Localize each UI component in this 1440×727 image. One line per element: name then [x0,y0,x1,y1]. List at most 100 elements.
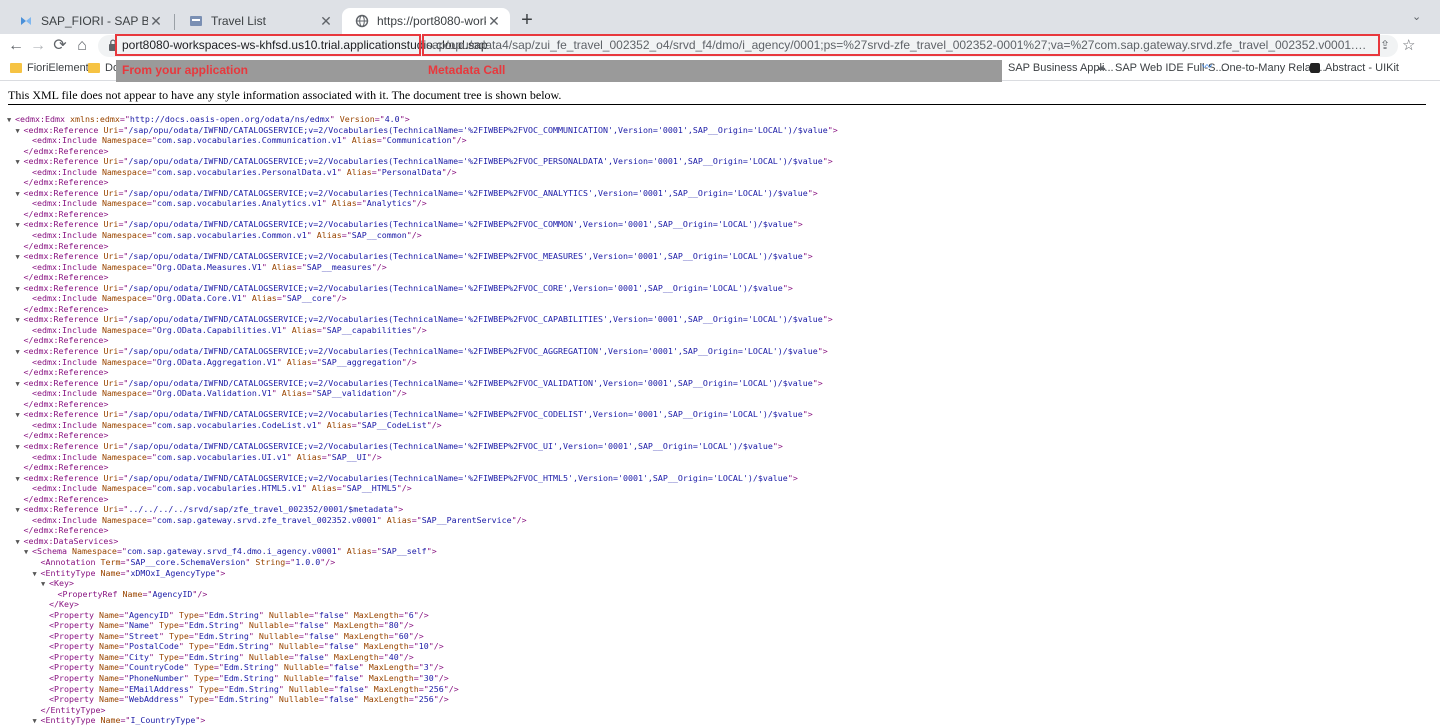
collapse-triangle-icon[interactable]: ▼ [33,569,41,580]
annotation-banner [116,60,1002,82]
xml-line-text: <edmx:Include Namespace="Org.OData.Valid… [32,388,407,399]
collapse-triangle-icon[interactable]: ▼ [16,189,24,200]
tab-close-icon[interactable]: ✕ [486,13,502,30]
xml-line: <edmx:Include Namespace="com.sap.vocabul… [7,230,838,241]
xml-line[interactable]: ▼ <edmx:Reference Uri="/sap/opu/odata/IWF… [7,283,838,294]
share-icon[interactable]: ⇪ [1380,38,1390,52]
collapse-triangle-icon[interactable]: ▼ [16,284,24,295]
xml-line: <Property Name="AgencyID" Type="Edm.Stri… [7,610,838,621]
xml-line[interactable]: ▼ <edmx:Reference Uri="/sap/opu/odata/IWF… [7,473,838,484]
xml-line[interactable]: ▼ <edmx:Reference Uri="/sap/opu/odata/IWF… [7,441,838,452]
bookmark-one-to-many[interactable]: 〰 One-to-Many Relati... [1202,62,1326,74]
xml-line-text: </edmx:Reference> [23,303,109,314]
tab-close-icon[interactable]: ✕ [318,13,334,30]
xml-line-text: <edmx:Reference Uri="/sap/opu/odata/IWFN… [23,440,783,451]
collapse-triangle-icon[interactable]: ▼ [16,315,24,326]
xml-line: </Key> [7,599,838,610]
xml-line-text: <edmx:Include Namespace="com.sap.vocabul… [32,483,412,494]
xml-line: <edmx:Include Namespace="com.sap.gateway… [7,515,838,526]
tab-sap-fiori[interactable]: SAP_FIORI - SAP Business Applic ✕ [6,8,172,34]
bookmark-fiorielements[interactable]: FioriElements [10,62,94,74]
xml-line: <Property Name="Name" Type="Edm.String" … [7,620,838,631]
xml-line: </edmx:Reference> [7,430,838,441]
tab-metadata[interactable]: https://port8080-workspaces-ws ✕ [342,8,510,34]
xml-line[interactable]: ▼ <EntityType Name="I_CountryType"> [7,715,838,726]
xml-line: </edmx:Reference> [7,241,838,252]
xml-line: <Property Name="PhoneNumber" Type="Edm.S… [7,673,838,684]
xml-line: </edmx:Reference> [7,399,838,410]
xml-line-text: </edmx:Reference> [23,145,109,156]
bookmark-star-icon[interactable]: ☆ [1402,36,1415,54]
xml-line[interactable]: ▼ <edmx:Reference Uri="../../../../srvd/s… [7,504,838,515]
xml-line-text: </edmx:Reference> [23,177,109,188]
xml-line[interactable]: ▼ <edmx:DataServices> [7,536,838,547]
xml-line[interactable]: ▼ <edmx:Reference Uri="/sap/opu/odata/IWF… [7,251,838,262]
xml-line-text: </edmx:Reference> [23,208,109,219]
collapse-triangle-icon[interactable]: ▼ [16,252,24,263]
xml-line[interactable]: ▼ <EntityType Name="xDMOxI_AgencyType"> [7,568,838,579]
xml-line[interactable]: ▼ <Key> [7,578,838,589]
collapse-triangle-icon[interactable]: ▼ [16,474,24,485]
cloud-icon: ☁ [1096,62,1106,73]
bookmark-abstract-uikit[interactable]: Abstract - UIKit [1310,62,1399,74]
collapse-triangle-icon[interactable]: ▼ [16,442,24,453]
xml-line: <edmx:Include Namespace="Org.OData.Aggre… [7,357,838,368]
xml-info-message: This XML file does not appear to have an… [8,88,562,102]
tab-close-icon[interactable]: ✕ [148,13,164,30]
xml-line[interactable]: ▼ <edmx:Reference Uri="/sap/opu/odata/IWF… [7,125,838,136]
reload-icon[interactable]: ⟳ [50,36,70,56]
xml-line: <edmx:Include Namespace="com.sap.vocabul… [7,198,838,209]
tab-title: Travel List [211,14,266,28]
collapse-triangle-icon[interactable]: ▼ [24,547,32,558]
xml-line-text: </edmx:Reference> [23,525,109,536]
xml-line-text: <edmx:Include Namespace="Org.OData.Aggre… [32,356,417,367]
xml-line-text: <edmx:Reference Uri="/sap/opu/odata/IWFN… [23,251,813,262]
collapse-triangle-icon[interactable]: ▼ [16,126,24,137]
collapse-triangle-icon[interactable]: ▼ [16,157,24,168]
bookmark-label: Abstract - UIKit [1325,62,1399,74]
xml-line-text: </edmx:Reference> [23,367,109,378]
home-icon[interactable]: ⌂ [72,36,92,56]
tab-separator [174,14,175,30]
xml-line: </edmx:Reference> [7,462,838,473]
annotation-metadata-call: Metadata Call [428,63,506,77]
xml-line: </edmx:Reference> [7,335,838,346]
collapse-triangle-icon[interactable]: ▼ [16,379,24,390]
collapse-triangle-icon[interactable]: ▼ [33,716,41,727]
tab-search-icon[interactable]: ⌄ [1412,10,1421,23]
collapse-triangle-icon[interactable]: ▼ [16,410,24,421]
xml-line[interactable]: ▼ <edmx:Reference Uri="/sap/opu/odata/IWF… [7,314,838,325]
xml-line: <Property Name="CountryCode" Type="Edm.S… [7,662,838,673]
bookmark-do[interactable]: Do [88,62,119,74]
forward-arrow-icon[interactable]: → [28,36,48,56]
xml-line-text: <edmx:Include Namespace="Org.OData.Measu… [32,261,387,272]
collapse-triangle-icon[interactable]: ▼ [41,579,49,590]
xml-line[interactable]: ▼ <Schema Namespace="com.sap.gateway.srvd… [7,546,838,557]
highlight-box-metadata [422,34,1380,56]
collapse-triangle-icon[interactable]: ▼ [16,220,24,231]
xml-line: <edmx:Include Namespace="com.sap.vocabul… [7,167,838,178]
xml-line: <edmx:Include Namespace="Org.OData.Core.… [7,293,838,304]
xml-line[interactable]: ▼ <edmx:Reference Uri="/sap/opu/odata/IWF… [7,378,838,389]
xml-line[interactable]: ▼ <edmx:Reference Uri="/sap/opu/odata/IWF… [7,156,838,167]
xml-line-text: <PropertyRef Name="AgencyID"/> [57,588,208,599]
back-arrow-icon[interactable]: ← [6,36,26,56]
xml-line-text: <edmx:DataServices> [23,535,119,546]
xml-line-text: <edmx:Reference Uri="/sap/opu/odata/IWFN… [23,219,803,230]
xml-line[interactable]: ▼ <edmx:Reference Uri="/sap/opu/odata/IWF… [7,219,838,230]
xml-line[interactable]: ▼ <edmx:Edmx xmlns:edmx="http://docs.oasi… [7,114,838,125]
collapse-triangle-icon[interactable]: ▼ [16,505,24,516]
collapse-triangle-icon[interactable]: ▼ [7,115,15,126]
xml-line-text: <edmx:Include Namespace="com.sap.vocabul… [32,451,382,462]
collapse-triangle-icon[interactable]: ▼ [16,537,24,548]
xml-line[interactable]: ▼ <edmx:Reference Uri="/sap/opu/odata/IWF… [7,346,838,357]
xml-line: <edmx:Include Namespace="com.sap.vocabul… [7,483,838,494]
collapse-triangle-icon[interactable]: ▼ [16,347,24,358]
xml-line[interactable]: ▼ <edmx:Reference Uri="/sap/opu/odata/IWF… [7,409,838,420]
new-tab-button[interactable]: + [516,9,538,31]
xml-line[interactable]: ▼ <edmx:Reference Uri="/sap/opu/odata/IWF… [7,188,838,199]
xml-line-text: <edmx:Reference Uri="/sap/opu/odata/IWFN… [23,409,813,420]
xml-line: </EntityType> [7,705,838,716]
tab-travel-list[interactable]: Travel List ✕ [176,8,342,34]
xml-line-text: <edmx:Reference Uri="../../../../srvd/sa… [23,504,404,515]
